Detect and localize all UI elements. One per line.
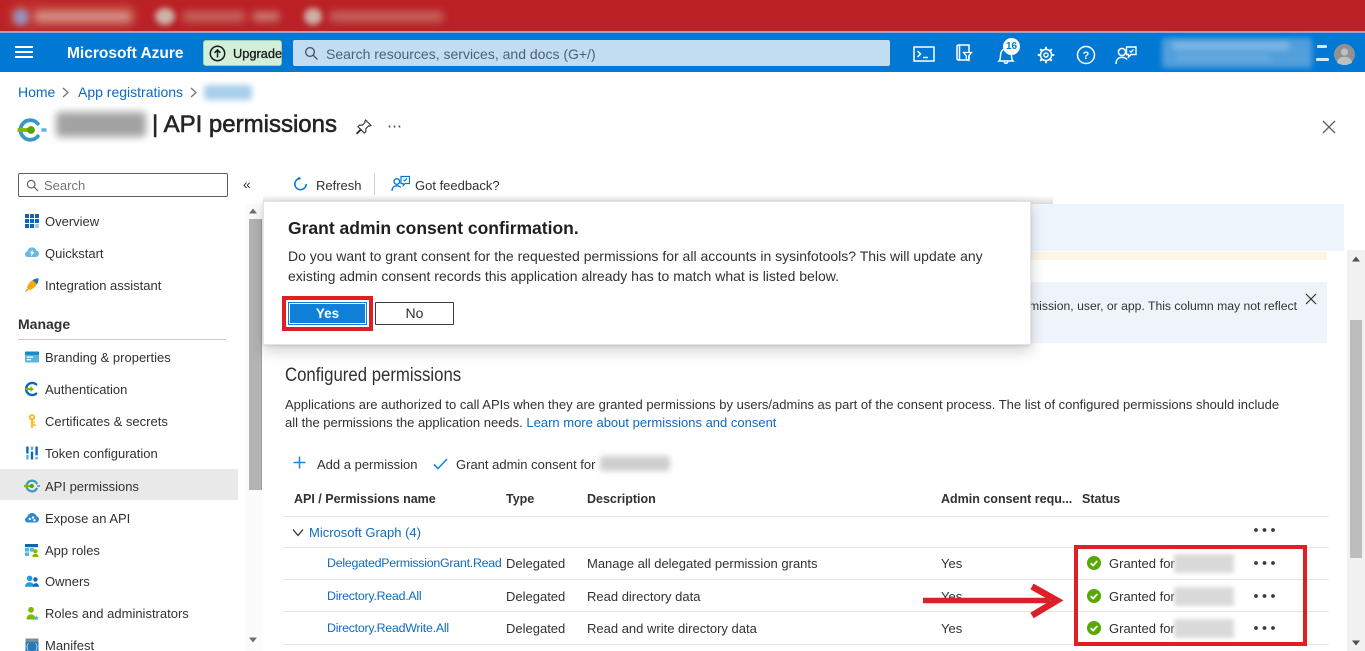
svg-text:{ }: { } <box>25 644 39 651</box>
svg-text:?: ? <box>1083 50 1090 62</box>
